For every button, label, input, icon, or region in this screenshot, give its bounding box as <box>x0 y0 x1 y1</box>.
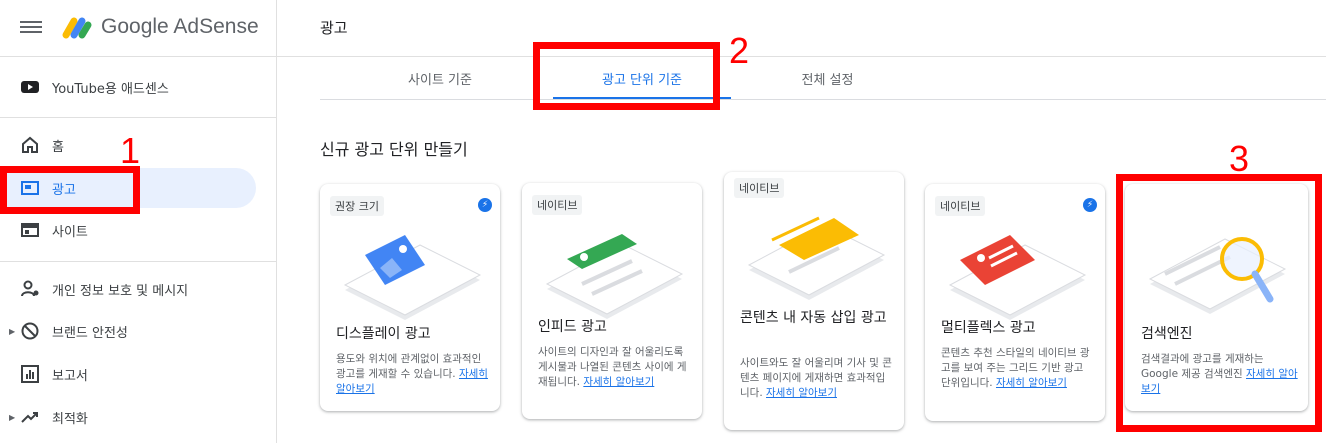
sidebar-item-sites[interactable]: 사이트 <box>0 210 276 250</box>
tab-by-site[interactable]: 사이트 기준 <box>360 58 520 99</box>
card-title: 인피드 광고 <box>538 319 607 335</box>
menu-icon[interactable] <box>20 18 42 36</box>
sidebar-item-reports[interactable]: 보고서 <box>0 354 276 394</box>
block-icon <box>21 322 39 340</box>
app-logo-text: Google AdSense <box>101 15 259 38</box>
annotation-number-3: 3 <box>1229 138 1250 179</box>
expand-caret-icon[interactable]: ▶ <box>9 413 15 422</box>
sidebar-divider <box>276 0 277 443</box>
trending-up-icon <box>21 412 38 423</box>
youtube-icon <box>21 81 39 93</box>
annotation-box-2 <box>533 42 720 110</box>
card-badge: 네이티브 <box>532 195 583 215</box>
expand-caret-icon[interactable]: ▶ <box>9 327 15 336</box>
learn-more-link[interactable]: 자세히 알아보기 <box>996 377 1067 389</box>
annotation-box-1 <box>0 166 140 214</box>
card-title: 디스플레이 광고 <box>336 326 431 342</box>
bolt-icon: ⚡ <box>1083 198 1097 212</box>
sidebar-item-brand-safety[interactable]: ▶ 브랜드 안전성 <box>0 311 276 351</box>
display-ad-illustration-icon <box>343 235 482 320</box>
card-in-feed-ad[interactable]: 네이티브 인피드 광고 사이트의 디자인과 잘 어울리도록 게시물과 나열된 콘… <box>522 183 702 419</box>
sidebar-divider <box>0 261 276 262</box>
section-title: 신규 광고 단위 만들기 <box>320 140 468 159</box>
home-icon <box>22 136 38 153</box>
card-display-ad[interactable]: 권장 크기 ⚡ 디스플레이 광고 용도와 위치에 관계없이 효과적인 광고를 게… <box>320 184 500 411</box>
in-feed-ad-illustration-icon <box>545 234 684 319</box>
card-title: 멀티플렉스 광고 <box>941 320 1036 336</box>
bolt-icon: ⚡ <box>478 198 492 212</box>
card-multiplex-ad[interactable]: 네이티브 ⚡ 멀티플렉스 광고 콘텐츠 추천 스타일의 네이티브 광고를 보여 … <box>925 184 1105 421</box>
page-title: 광고 <box>320 19 348 37</box>
sidebar-item-optimization[interactable]: ▶ 최적화 <box>0 397 276 437</box>
card-in-article-ad[interactable]: 네이티브 콘텐츠 내 자동 삽입 광고 사이트와도 잘 어울리며 기사 및 콘텐… <box>724 172 904 430</box>
annotation-number-1: 1 <box>120 130 141 171</box>
tabs-divider <box>320 99 1326 100</box>
sites-icon <box>21 223 39 237</box>
sidebar-item-youtube[interactable]: YouTube용 애드센스 <box>0 67 276 107</box>
annotation-box-3 <box>1116 174 1322 432</box>
sidebar-item-privacy[interactable]: 개인 정보 보호 및 메시지 <box>0 269 276 309</box>
card-title: 콘텐츠 내 자동 삽입 광고 <box>740 310 887 326</box>
card-description: 사이트와도 잘 어울리며 기사 및 콘텐츠 페이지에 게재하면 효과적입니다. … <box>740 357 892 399</box>
card-badge: 네이티브 <box>935 196 986 216</box>
sidebar-divider <box>0 117 276 118</box>
sidebar-item-label: 브랜드 안전성 <box>52 325 128 341</box>
sidebar-item-label: 홈 <box>52 139 64 155</box>
learn-more-link[interactable]: 자세히 알아보기 <box>766 387 837 399</box>
card-description: 사이트의 디자인과 잘 어울리도록 게시물과 나열된 콘텐츠 사이에 게재됩니다… <box>538 346 687 388</box>
sidebar-item-label: 사이트 <box>52 224 88 240</box>
sidebar-item-label: 최적화 <box>52 411 88 427</box>
privacy-icon <box>21 280 39 297</box>
adsense-logo-icon <box>62 17 92 39</box>
card-description: 용도와 위치에 관계없이 효과적인 광고를 게재할 수 있습니다. 자세히 알아… <box>336 353 488 395</box>
tab-global-settings[interactable]: 전체 설정 <box>745 58 910 99</box>
card-badge: 네이티브 <box>734 178 785 198</box>
card-description: 콘텐츠 추천 스타일의 네이티브 광고를 보여 주는 그리드 기반 광고 단위입… <box>941 347 1090 389</box>
learn-more-link[interactable]: 자세히 알아보기 <box>583 376 654 388</box>
report-icon <box>21 365 39 383</box>
sidebar-item-label: 개인 정보 보호 및 메시지 <box>52 283 189 299</box>
in-article-ad-illustration-icon <box>747 216 886 300</box>
sidebar-item-label: 보고서 <box>52 368 88 384</box>
annotation-number-2: 2 <box>729 30 750 71</box>
sidebar-item-label: YouTube용 애드센스 <box>52 81 169 97</box>
multiplex-ad-illustration-icon <box>948 235 1087 320</box>
card-badge: 권장 크기 <box>330 196 384 216</box>
